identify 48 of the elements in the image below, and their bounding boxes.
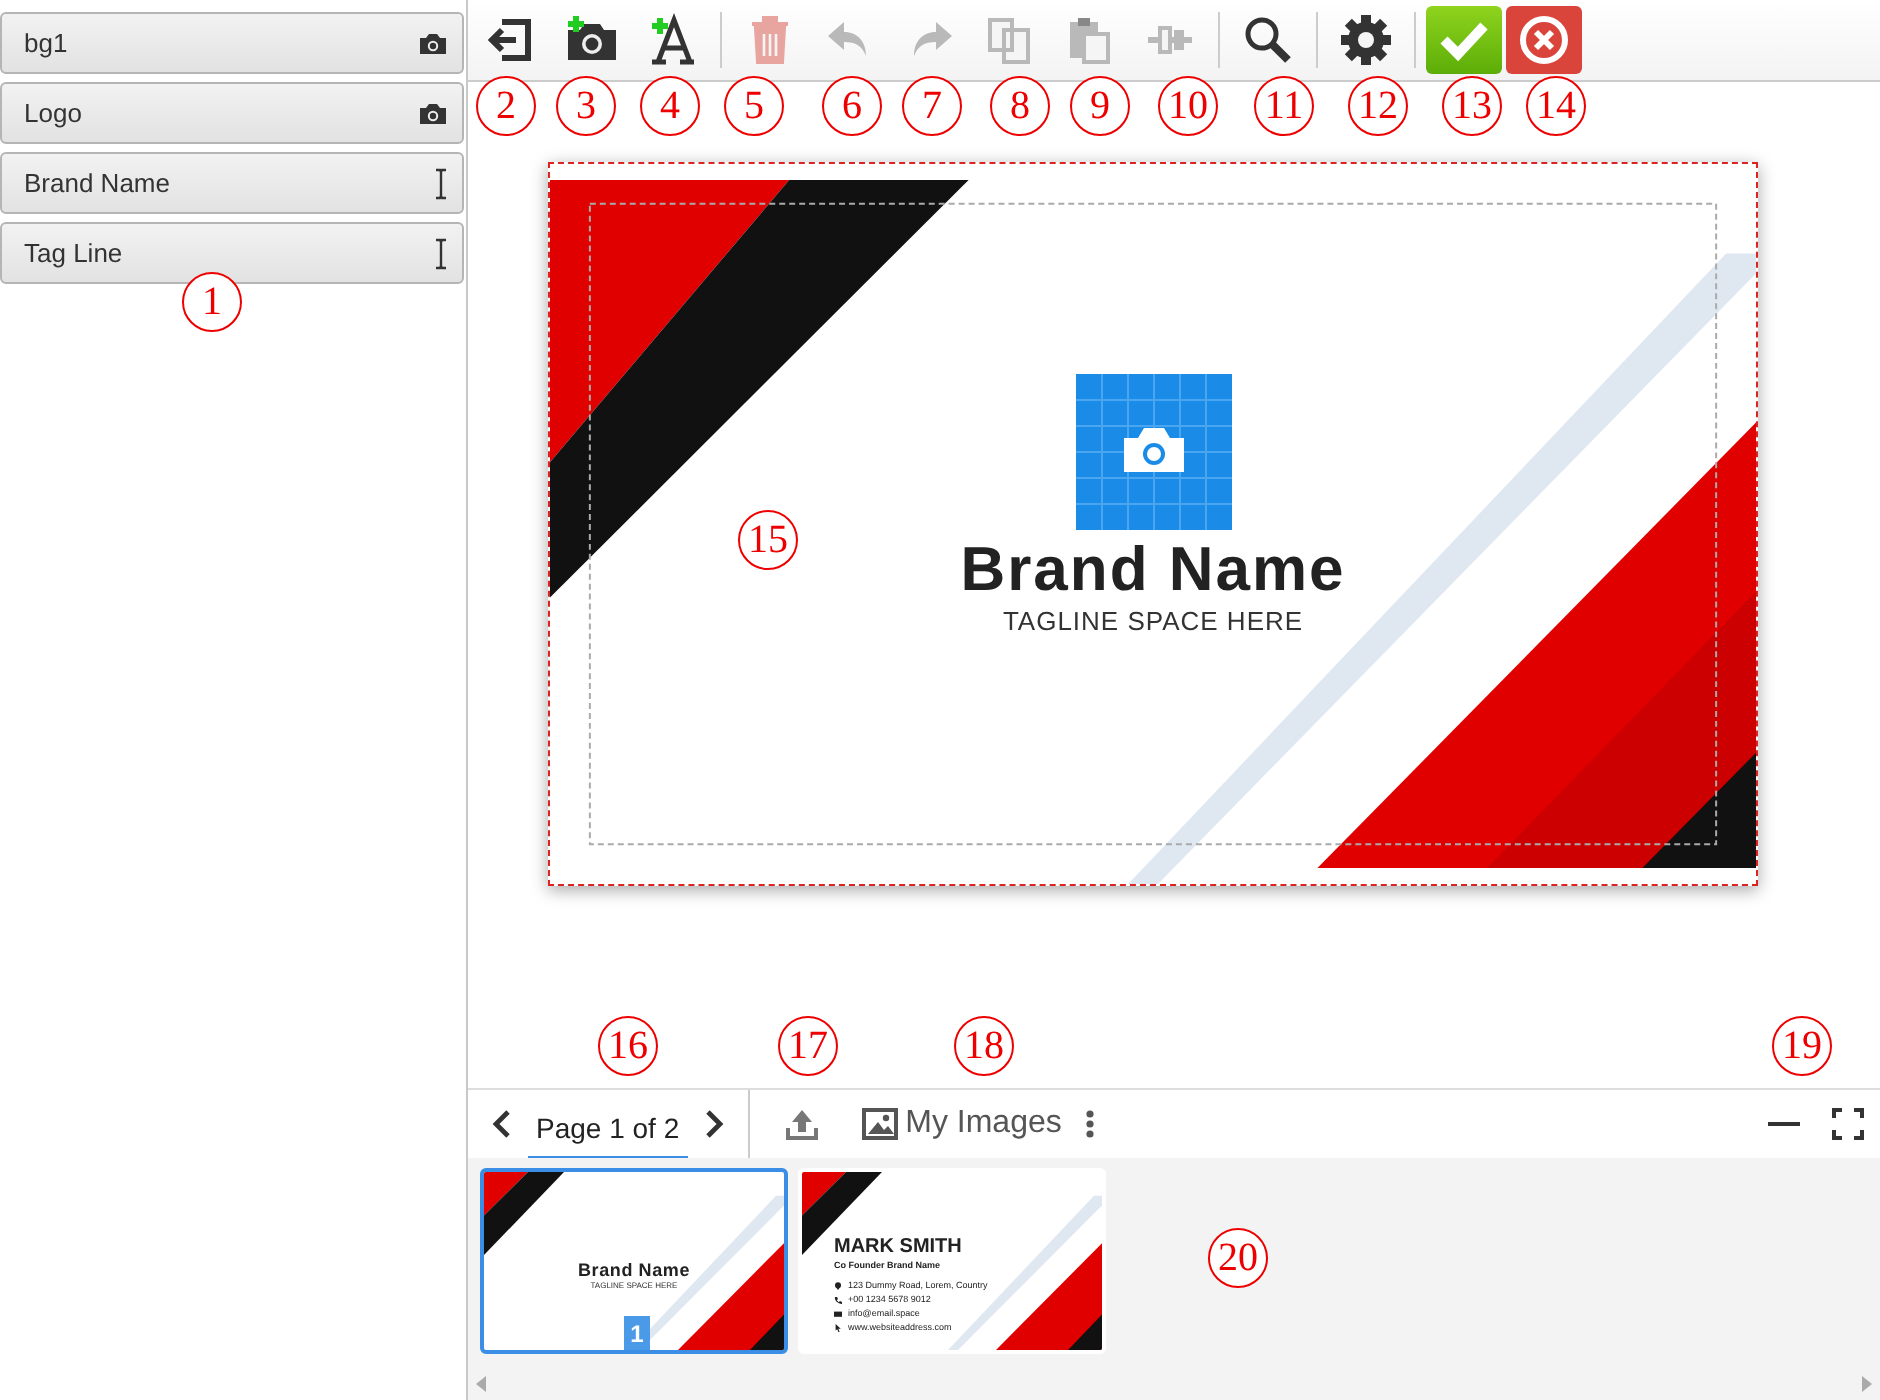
callout-number: 3 xyxy=(556,76,616,136)
callout-number: 9 xyxy=(1070,76,1130,136)
layer-item[interactable]: Brand Name xyxy=(0,152,464,214)
cursor-icon xyxy=(834,1323,842,1331)
camera-logo-icon xyxy=(1075,374,1231,530)
brand-name-text[interactable]: Brand Name xyxy=(960,534,1346,606)
callout-number: 12 xyxy=(1348,76,1408,136)
page-number-badge: 1 xyxy=(624,1316,650,1350)
text-cursor-icon xyxy=(434,167,448,199)
thumbnail-brand-name: Brand Name xyxy=(577,1260,690,1280)
callout-number: 18 xyxy=(954,1016,1014,1076)
thumbnail-name: MARK SMITH xyxy=(834,1236,964,1258)
callout-number: 11 xyxy=(1254,76,1314,136)
pin-icon xyxy=(834,1281,842,1289)
layer-item[interactable]: Logo xyxy=(0,82,464,144)
more-options-icon[interactable] xyxy=(1085,1110,1094,1138)
callout-number: 7 xyxy=(902,76,962,136)
zoom-icon xyxy=(1240,12,1296,68)
close-icon xyxy=(1518,14,1570,66)
phone-icon xyxy=(834,1295,842,1303)
minimize-icon[interactable] xyxy=(1768,1120,1800,1128)
callout-number: 16 xyxy=(598,1016,658,1076)
mail-icon xyxy=(834,1309,842,1317)
check-icon xyxy=(1438,18,1490,62)
callout-number: 10 xyxy=(1158,76,1218,136)
callout-number: 19 xyxy=(1772,1016,1832,1076)
fullscreen-icon[interactable] xyxy=(1832,1108,1864,1140)
callout-number: 17 xyxy=(778,1016,838,1076)
camera-icon xyxy=(418,31,448,55)
callout-number: 13 xyxy=(1442,76,1502,136)
previous-page-button[interactable] xyxy=(488,1106,516,1142)
tagline-text[interactable]: TAGLINE SPACE HERE xyxy=(1002,606,1304,636)
callout-number: 5 xyxy=(724,76,784,136)
callout-number: 1 xyxy=(182,272,242,332)
callout-number: 8 xyxy=(990,76,1050,136)
confirm-button[interactable] xyxy=(1426,6,1502,74)
layer-item[interactable]: bg1 xyxy=(0,12,464,74)
callout-number: 4 xyxy=(640,76,700,136)
text-cursor-icon xyxy=(434,237,448,269)
callout-number: 6 xyxy=(822,76,882,136)
cancel-button[interactable] xyxy=(1506,6,1582,74)
camera-icon xyxy=(418,101,448,125)
callout-number: 2 xyxy=(476,76,536,136)
settings-icon xyxy=(1338,12,1394,68)
callout-number: 14 xyxy=(1526,76,1586,136)
image-icon xyxy=(861,1108,898,1140)
layer-item[interactable]: Tag Line xyxy=(0,222,464,284)
my-images-button[interactable]: My Images xyxy=(861,1106,1062,1142)
